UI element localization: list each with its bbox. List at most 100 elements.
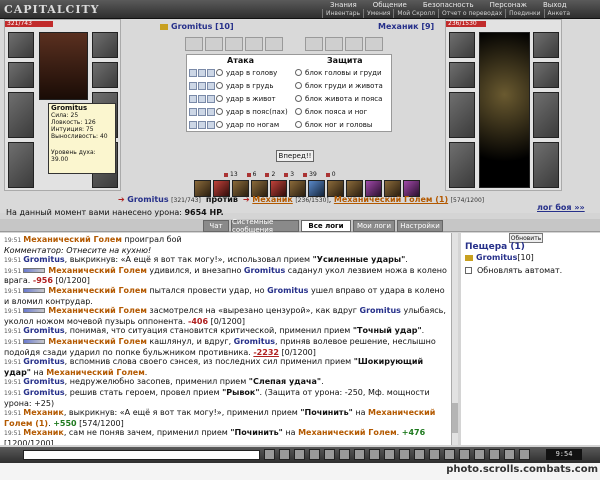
damage-value: 9654 HP. (184, 208, 224, 217)
hit-bar-icon (23, 338, 46, 344)
tab-system-messages[interactable]: Системные сообщения (231, 218, 299, 234)
tab-all-logs[interactable]: Все логи (301, 220, 351, 232)
chat-input[interactable] (23, 450, 260, 460)
radio-icon[interactable] (216, 82, 223, 89)
target-icon (207, 94, 215, 103)
sub-menu: Инвентарь Умения Мой Скролл Отчет о пере… (322, 9, 573, 18)
attack-option-legs[interactable]: удар по ногам (189, 119, 279, 130)
attack-option-waist[interactable]: удар в пояс(пах) (189, 106, 288, 117)
hit-bar-icon (23, 308, 46, 314)
tool-icon[interactable] (384, 449, 395, 460)
submenu-scroll[interactable]: Мой Скролл (393, 9, 438, 18)
tool-icon[interactable] (414, 449, 425, 460)
earring-slot[interactable] (92, 32, 118, 58)
log-time: 19:51 (4, 308, 22, 316)
tool-icon[interactable] (324, 449, 335, 460)
vs-enemy-golem[interactable]: Механический Голем (1) (334, 195, 448, 204)
auto-refresh-checkbox[interactable] (465, 267, 472, 274)
enemy-name: Механик (378, 22, 419, 31)
tab-my-logs[interactable]: Мои логи (353, 220, 395, 232)
log-entry: 19:51 Механический Голем удивился, и внез… (4, 265, 447, 286)
radio-icon[interactable] (295, 82, 302, 89)
counter-icon (303, 172, 308, 177)
radio-icon[interactable] (295, 69, 302, 76)
submenu-inventory[interactable]: Инвентарь (322, 9, 363, 18)
target-icon (207, 120, 215, 129)
auto-refresh-option[interactable]: Обновлять автомат. (465, 266, 562, 275)
tool-icon[interactable] (489, 449, 500, 460)
log-entry: 19:51 Механик, сам не поняв зачем, примен… (4, 428, 426, 445)
defense-option-1[interactable]: блок головы и груди (295, 67, 382, 78)
tool-icon[interactable] (354, 449, 365, 460)
vs-enemy-mechanic[interactable]: Механик (252, 195, 293, 204)
tool-icon[interactable] (519, 449, 530, 460)
target-icon (198, 107, 206, 116)
effect-slot (205, 37, 223, 51)
tool-icon[interactable] (309, 449, 320, 460)
attack-label: удар в грудь (226, 81, 274, 90)
battle-log-link[interactable]: лог боя »» (537, 203, 585, 212)
defense-option-2[interactable]: блок груди и живота (295, 80, 383, 91)
player-name-header[interactable]: Gromitus [10] (160, 22, 234, 31)
log-time: 19:51 (4, 237, 22, 244)
attack-go-button[interactable]: Вперед!! (276, 150, 314, 162)
tab-settings[interactable]: Настройки (397, 220, 443, 232)
armor-slot[interactable] (8, 142, 34, 188)
radio-icon[interactable] (216, 121, 223, 128)
enemy-name-header[interactable]: Механик [9] (378, 22, 434, 31)
scroll-thumb[interactable] (452, 403, 458, 433)
tool-icon[interactable] (399, 449, 410, 460)
hit-bar-icon (23, 267, 46, 273)
counter-value: 13 (230, 171, 238, 178)
helmet-slot[interactable] (8, 32, 34, 58)
tool-icon[interactable] (459, 449, 470, 460)
player-stats-tooltip: Gromitus Сила: 25 Ловкость: 126 Интуиция… (48, 103, 116, 174)
tool-icon[interactable] (474, 449, 485, 460)
tool-icon[interactable] (339, 449, 350, 460)
enemy-hp-bar: 236/1530 (446, 21, 486, 27)
tool-icon[interactable] (429, 449, 440, 460)
submenu-fights[interactable]: Поединки (505, 9, 543, 18)
radio-icon[interactable] (295, 121, 302, 128)
tool-icon[interactable] (279, 449, 290, 460)
defense-label: блок груди и живота (305, 81, 383, 90)
counter-item: 6 (246, 171, 256, 178)
gloves-slot[interactable] (92, 62, 118, 88)
necklace-slot[interactable] (8, 62, 34, 88)
attack-option-belly[interactable]: удар в живот (189, 93, 276, 104)
location-user[interactable]: Gromitus [10] (465, 253, 534, 262)
player-name: Gromitus (171, 22, 213, 31)
effect-slot (265, 37, 283, 51)
radio-icon[interactable] (295, 108, 302, 115)
stat-agility: Ловкость: 126 (51, 119, 96, 126)
submenu-profile[interactable]: Анкета (543, 9, 574, 18)
tool-icon[interactable] (294, 449, 305, 460)
vs-player-name[interactable]: Gromitus (127, 195, 168, 204)
combat-counters: 13 6 2 3 39 0 (224, 171, 345, 178)
defense-option-3[interactable]: блок живота и пояса (295, 93, 382, 104)
submenu-skills[interactable]: Умения (363, 9, 393, 18)
tab-chat[interactable]: Чат (203, 220, 229, 232)
tool-icon[interactable] (264, 449, 275, 460)
radio-icon[interactable] (216, 69, 223, 76)
tool-icon[interactable] (444, 449, 455, 460)
radio-icon[interactable] (295, 95, 302, 102)
top-bar: CAPITALCITY Знания Общение Безопасность … (0, 0, 600, 19)
defense-option-5[interactable]: блок ног и головы (295, 119, 372, 130)
tool-icon[interactable] (369, 449, 380, 460)
attack-option-chest[interactable]: удар в грудь (189, 80, 274, 91)
submenu-transfers[interactable]: Отчет о переводах (438, 9, 505, 18)
log-entry: 19:51 Механический Голем проиграл бой (4, 235, 182, 244)
weapon-slot[interactable] (8, 92, 34, 138)
tool-icon[interactable] (504, 449, 515, 460)
stat-endurance: Выносливость: 40 (51, 133, 108, 140)
log-scrollbar[interactable] (451, 233, 458, 445)
flag-icon (465, 254, 473, 261)
radio-icon[interactable] (216, 108, 223, 115)
radio-icon[interactable] (216, 95, 223, 102)
counter-icon (224, 172, 228, 177)
defense-option-4[interactable]: блок пояса и ног (295, 106, 367, 117)
stat-intuition: Интуиция: 75 (51, 126, 94, 133)
target-icon (207, 107, 215, 116)
attack-option-head[interactable]: удар в голову (189, 67, 277, 78)
